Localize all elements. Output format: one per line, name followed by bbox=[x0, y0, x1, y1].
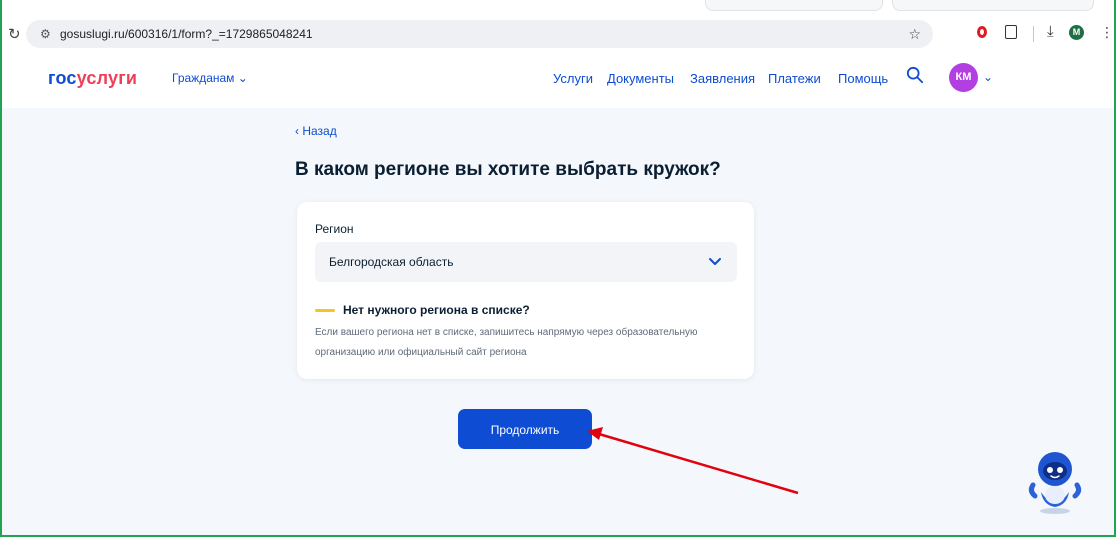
screenshot-border bbox=[0, 0, 1116, 537]
